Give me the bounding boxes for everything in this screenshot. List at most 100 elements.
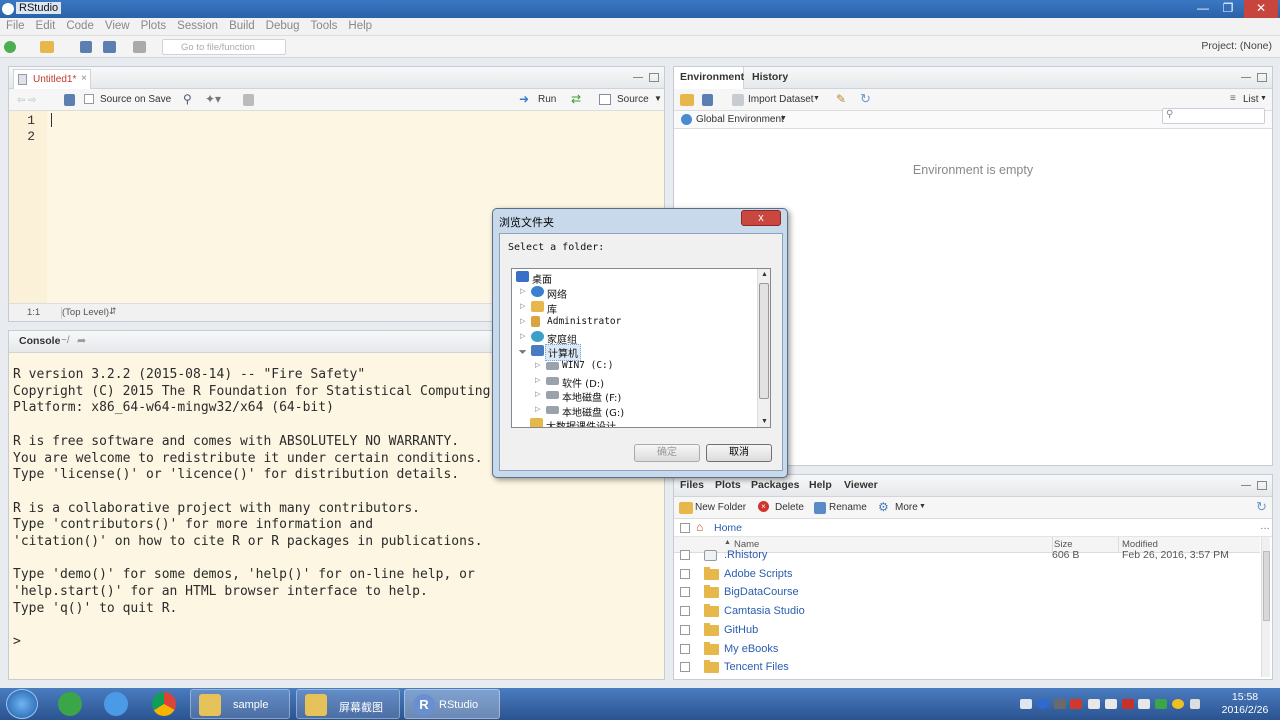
menu-code[interactable]: Code: [60, 18, 99, 32]
open-file-icon[interactable]: [40, 41, 54, 53]
row-checkbox[interactable]: [680, 606, 690, 617]
scrollbar-thumb[interactable]: [759, 283, 769, 399]
file-name[interactable]: BigDataCourse: [724, 586, 799, 598]
import-dropdown-icon[interactable]: ▼: [813, 95, 820, 102]
list-dropdown-icon[interactable]: ▼: [1260, 95, 1267, 102]
menu-edit[interactable]: Edit: [30, 18, 61, 32]
menu-view[interactable]: View: [99, 18, 135, 32]
save-script-icon[interactable]: [64, 94, 75, 106]
compile-report-icon[interactable]: [243, 94, 254, 106]
help-tray-icon[interactable]: [1037, 699, 1049, 709]
expand-icon[interactable]: ▷: [520, 332, 525, 340]
expand-icon[interactable]: ▷: [535, 405, 540, 413]
clock[interactable]: 15:58 2016/2/26: [1216, 691, 1274, 717]
taskbar-item-rstudio[interactable]: R RStudio: [404, 689, 500, 719]
app-360-icon[interactable]: [58, 692, 82, 716]
tab-history[interactable]: History: [752, 71, 788, 83]
row-checkbox[interactable]: [680, 550, 690, 560]
save-icon[interactable]: [80, 41, 92, 53]
env-search-input[interactable]: ⚲: [1162, 108, 1265, 124]
tab-packages[interactable]: Packages: [751, 479, 799, 491]
goto-file-input[interactable]: Go to file/function: [162, 39, 286, 55]
tab-environment[interactable]: Environment: [680, 71, 744, 83]
table-row[interactable]: GitHub: [674, 622, 1260, 641]
more-dropdown-icon[interactable]: ▼: [919, 503, 926, 510]
more-path-icon[interactable]: …: [1260, 521, 1270, 532]
menu-file[interactable]: File: [0, 18, 30, 32]
close-window-button[interactable]: ✕: [1244, 0, 1278, 18]
expand-icon[interactable]: ▷: [520, 302, 525, 310]
folder-tree[interactable]: 桌面 ▷ 网络 ▷ 库 ▷ Administrator ▷ 家庭组 ◢ 计算机 ▷ WIN7…: [511, 268, 771, 428]
expand-icon[interactable]: ▷: [520, 287, 525, 295]
tray-icon[interactable]: [1105, 699, 1117, 709]
refresh-icon[interactable]: ↻: [860, 91, 871, 107]
expand-icon[interactable]: ▷: [535, 390, 540, 398]
table-row[interactable]: Camtasia Studio: [674, 603, 1260, 622]
wand-icon[interactable]: ✦▾: [205, 92, 221, 106]
tray-icon[interactable]: [1088, 699, 1100, 709]
tray-icon[interactable]: [1054, 699, 1066, 709]
network-signal-icon[interactable]: [1190, 699, 1200, 709]
tray-icon[interactable]: [1172, 699, 1184, 709]
search-icon[interactable]: ⚲: [183, 92, 192, 106]
maximize-pane-icon[interactable]: [1257, 481, 1267, 490]
file-name[interactable]: Camtasia Studio: [724, 605, 805, 617]
files-scrollbar[interactable]: [1261, 537, 1270, 677]
run-button[interactable]: Run: [538, 94, 556, 105]
load-workspace-icon[interactable]: [680, 94, 694, 106]
expand-icon[interactable]: ▷: [520, 317, 525, 325]
new-file-icon[interactable]: [4, 41, 16, 53]
expand-icon[interactable]: ▷: [535, 361, 540, 369]
ok-button[interactable]: 确定: [634, 444, 700, 462]
table-row[interactable]: .Rhistory 606 B Feb 26, 2016, 3:57 PM: [674, 547, 1260, 566]
dialog-close-button[interactable]: x: [741, 210, 781, 226]
table-row[interactable]: Adobe Scripts: [674, 566, 1260, 585]
start-button[interactable]: [6, 689, 38, 719]
rerun-icon[interactable]: ⇄: [571, 92, 581, 106]
chrome-icon[interactable]: [152, 692, 176, 716]
row-checkbox[interactable]: [680, 587, 690, 598]
row-checkbox[interactable]: [680, 568, 690, 579]
tab-untitled1[interactable]: Untitled1* ×: [13, 69, 91, 89]
row-checkbox[interactable]: [680, 643, 690, 654]
file-name[interactable]: GitHub: [724, 624, 758, 636]
tray-icon[interactable]: [1155, 699, 1167, 709]
tray-icon[interactable]: [1138, 699, 1150, 709]
table-row[interactable]: My eBooks: [674, 641, 1260, 660]
file-name[interactable]: .Rhistory: [724, 549, 767, 561]
source-on-save-checkbox[interactable]: [84, 94, 94, 104]
menu-plots[interactable]: Plots: [135, 18, 172, 32]
back-icon[interactable]: ⇦ ⇨: [17, 95, 37, 106]
maximize-pane-icon[interactable]: [1257, 73, 1267, 82]
file-name[interactable]: Tencent Files: [724, 661, 789, 673]
scroll-up-icon[interactable]: ▲: [761, 271, 768, 278]
expand-icon[interactable]: ▷: [535, 376, 540, 384]
maximize-pane-icon[interactable]: [649, 73, 659, 82]
taskbar-item-screenshots[interactable]: 屏幕截图: [296, 689, 400, 719]
tab-help[interactable]: Help: [809, 479, 832, 491]
env-dropdown-icon[interactable]: ▼: [780, 115, 787, 122]
refresh-icon[interactable]: ↻: [1256, 499, 1267, 515]
more-button[interactable]: More: [895, 502, 918, 513]
rename-button[interactable]: Rename: [829, 502, 867, 513]
print-icon[interactable]: [133, 41, 146, 53]
table-row[interactable]: Tencent Files: [674, 659, 1260, 678]
project-menu[interactable]: Project: (None): [1201, 40, 1272, 52]
source-button[interactable]: Source: [617, 94, 649, 105]
menu-session[interactable]: Session: [171, 18, 223, 32]
go-to-dir-icon[interactable]: ➦: [77, 334, 86, 347]
broom-icon[interactable]: ✎: [836, 92, 846, 106]
taskbar-item-sample[interactable]: sample: [190, 689, 290, 719]
console-title[interactable]: Console: [19, 335, 60, 347]
save-all-icon[interactable]: [103, 41, 116, 53]
menu-tools[interactable]: Tools: [305, 18, 343, 32]
file-name[interactable]: Adobe Scripts: [724, 568, 792, 580]
minimize-pane-icon[interactable]: [1241, 77, 1251, 81]
row-checkbox[interactable]: [680, 662, 690, 673]
source-dropdown-icon[interactable]: ▼: [654, 94, 662, 103]
tab-viewer[interactable]: Viewer: [844, 479, 878, 491]
tab-files[interactable]: Files: [680, 479, 704, 491]
scrollbar-thumb[interactable]: [1263, 551, 1270, 621]
list-view-button[interactable]: List: [1243, 94, 1259, 105]
delete-button[interactable]: Delete: [775, 502, 804, 513]
